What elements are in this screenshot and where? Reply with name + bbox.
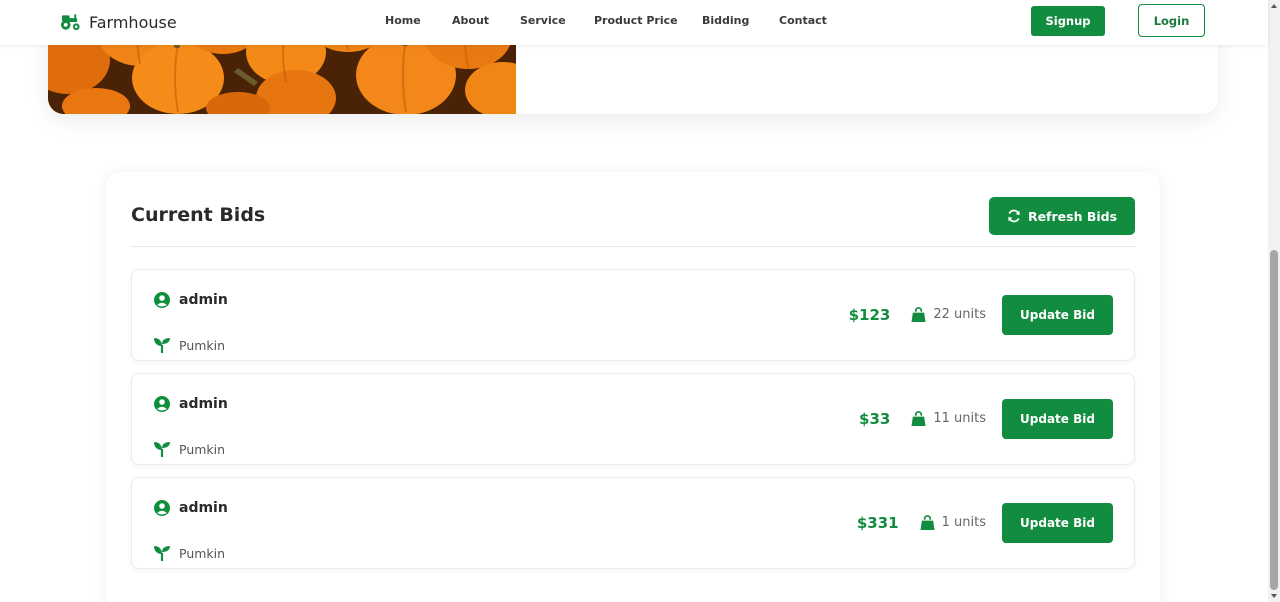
bid-user: admin	[154, 396, 228, 412]
bid-price-value: $331	[856, 513, 899, 532]
bid-user: admin	[154, 500, 228, 516]
nav-link-bidding[interactable]: Bidding	[702, 14, 749, 27]
bid-price: $331	[857, 514, 899, 532]
bid-product-name: Pumkin	[179, 337, 226, 353]
brand-logo[interactable]: Farmhouse	[60, 10, 177, 34]
bid-details: $123 22 units Update Bid	[849, 294, 1113, 335]
nav-link-service[interactable]: Service	[520, 14, 566, 27]
bids-section-title: Current Bids	[131, 204, 266, 226]
shopping-bag-icon	[911, 411, 926, 426]
login-button[interactable]: Login	[1138, 4, 1205, 37]
update-bid-button[interactable]: Update Bid	[1002, 398, 1113, 439]
scrollbar-thumb[interactable]	[1270, 250, 1278, 590]
bid-product: Pumkin	[154, 441, 225, 457]
user-circle-icon	[154, 500, 170, 516]
bid-product-name: Pumkin	[179, 545, 226, 561]
bid-quantity: 22 units	[911, 307, 986, 322]
update-bid-button[interactable]: Update Bid	[1002, 502, 1113, 543]
bid-details: $331 1 units Update Bid	[857, 502, 1113, 543]
nav-link-home[interactable]: Home	[385, 14, 421, 27]
nav-link-contact[interactable]: Contact	[779, 14, 827, 27]
bid-user: admin	[154, 292, 228, 308]
tractor-icon	[60, 14, 80, 31]
bid-row: admin Pumkin $33 11 units Update Bid	[131, 373, 1135, 465]
seedling-icon	[154, 442, 170, 457]
bid-row: admin Pumkin $123 22 units Update Bid	[131, 269, 1135, 361]
vertical-scrollbar[interactable]	[1268, 0, 1280, 602]
refresh-bids-button[interactable]: Refresh Bids	[989, 197, 1135, 235]
bid-row: admin Pumkin $331 1 units Update Bid	[131, 477, 1135, 569]
brand-name: Farmhouse	[89, 12, 177, 32]
navbar: Farmhouse Home About Service Product Pri…	[0, 0, 1268, 45]
signup-button[interactable]: Signup	[1031, 6, 1105, 36]
nav-link-about[interactable]: About	[452, 14, 489, 27]
update-bid-button[interactable]: Update Bid	[1002, 294, 1113, 335]
bid-quantity-value: 1 units	[941, 515, 986, 530]
bid-product: Pumkin	[154, 545, 225, 561]
bid-user-name: admin	[179, 292, 228, 308]
bid-price: $33	[859, 410, 890, 428]
user-circle-icon	[154, 396, 170, 412]
bid-details: $33 11 units Update Bid	[859, 398, 1113, 439]
user-circle-icon	[154, 292, 170, 308]
bid-price-value: $33	[859, 409, 891, 428]
refresh-bids-label: Refresh Bids	[1027, 208, 1118, 224]
seedling-icon	[154, 338, 170, 353]
bid-quantity: 1 units	[920, 515, 986, 530]
shopping-bag-icon	[911, 307, 926, 322]
scroll-down-arrow-icon[interactable]	[1270, 592, 1278, 600]
bid-user-name: admin	[179, 500, 228, 516]
bid-product-name: Pumkin	[179, 441, 226, 457]
bid-price-value: $123	[848, 305, 891, 324]
shopping-bag-icon	[920, 515, 935, 530]
bid-quantity-value: 22 units	[933, 307, 986, 322]
section-divider	[131, 246, 1135, 247]
nav-link-product-price[interactable]: Product Price	[594, 14, 678, 27]
seedling-icon	[154, 546, 170, 561]
bid-product: Pumkin	[154, 337, 225, 353]
bid-price: $123	[849, 306, 891, 324]
bid-quantity-value: 11 units	[933, 411, 986, 426]
bid-user-name: admin	[179, 396, 228, 412]
bid-quantity: 11 units	[911, 411, 986, 426]
scroll-up-arrow-icon[interactable]	[1270, 2, 1278, 10]
refresh-icon	[1008, 209, 1020, 223]
